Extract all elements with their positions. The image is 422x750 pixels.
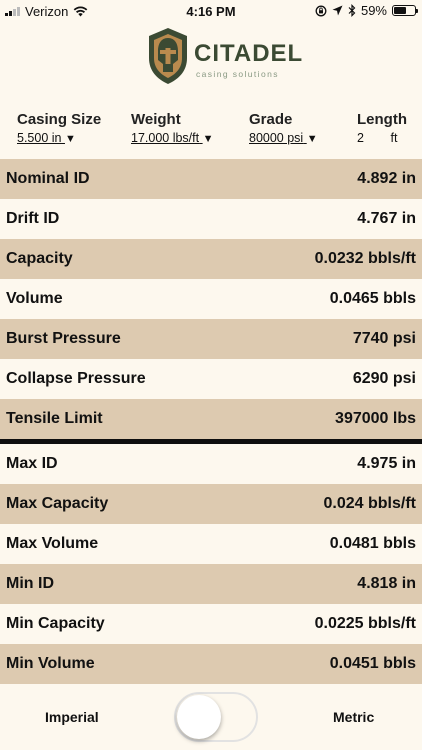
tolerance-row-min-volume: Min Volume 0.0451 bbls	[0, 644, 422, 684]
result-label: Min ID	[6, 575, 54, 592]
length-input[interactable]	[357, 131, 387, 145]
results-list: Nominal ID 4.892 in Drift ID 4.767 in Capa…	[0, 159, 422, 684]
location-icon	[332, 5, 343, 16]
tolerance-row-max-volume: Max Volume 0.0481 bbls	[0, 524, 422, 564]
result-row-tensile-limit: Tensile Limit 397000 lbs	[0, 399, 422, 439]
status-right: 59%	[315, 3, 418, 18]
casing-size-selector[interactable]: Casing Size 5.500 in ▼	[17, 111, 101, 145]
result-value: 0.024 bbls/ft	[323, 495, 416, 512]
tolerance-row-min-capacity: Min Capacity 0.0225 bbls/ft	[0, 604, 422, 644]
unit-toggle-switch[interactable]	[174, 692, 258, 742]
length-unit: ft	[390, 131, 398, 145]
imperial-label[interactable]: Imperial	[45, 709, 99, 725]
result-value: 397000 lbs	[335, 410, 416, 427]
length-label: Length	[357, 111, 407, 128]
result-value: 0.0232 bbls/ft	[314, 250, 416, 267]
metric-label[interactable]: Metric	[333, 709, 374, 725]
result-label: Tensile Limit	[6, 410, 103, 427]
helmet-shield-icon	[149, 28, 187, 84]
result-value: 7740 psi	[352, 330, 416, 347]
result-value: 4.975 in	[357, 455, 416, 472]
result-row-capacity: Capacity 0.0232 bbls/ft	[0, 239, 422, 279]
tolerance-row-max-id: Max ID 4.975 in	[0, 444, 422, 484]
result-label: Burst Pressure	[6, 330, 121, 347]
grade-value[interactable]: 80000 psi ▼	[249, 131, 318, 145]
casing-size-label: Casing Size	[17, 111, 102, 128]
rotation-lock-icon	[315, 5, 327, 16]
length-field: ft	[357, 131, 407, 145]
result-label: Capacity	[6, 250, 73, 267]
bluetooth-icon	[348, 4, 356, 17]
tolerance-row-min-id: Min ID 4.818 in	[0, 564, 422, 604]
battery-percent: 59%	[360, 3, 387, 18]
result-value: 4.892 in	[357, 170, 416, 187]
status-bar: Verizon 4:16 PM 59%	[0, 0, 422, 22]
casing-size-value[interactable]: 5.500 in ▼	[17, 131, 101, 145]
battery-icon	[392, 5, 418, 16]
result-value: 4.767 in	[357, 210, 416, 227]
grade-label: Grade	[249, 111, 293, 128]
result-label: Volume	[6, 290, 63, 307]
result-label: Collapse Pressure	[6, 370, 146, 387]
logo-tagline: casing solutions	[196, 69, 279, 79]
dropdown-arrow-icon: ▼	[64, 133, 76, 145]
weight-label: Weight	[131, 111, 181, 128]
citadel-logo: CITADEL casing solutions	[146, 26, 302, 88]
weight-selector[interactable]: Weight 17.000 lbs/ft ▼	[131, 111, 213, 145]
tolerance-row-max-capacity: Max Capacity 0.024 bbls/ft	[0, 484, 422, 524]
unit-toggle-bar: Imperial Metric	[0, 684, 422, 750]
logo-name: CITADEL	[194, 40, 304, 67]
result-label: Nominal ID	[6, 170, 90, 187]
weight-value[interactable]: 17.000 lbs/ft ▼	[131, 131, 213, 145]
dropdown-arrow-icon: ▼	[306, 133, 318, 145]
result-row-volume: Volume 0.0465 bbls	[0, 279, 422, 319]
casing-selectors: Casing Size 5.500 in ▼ Weight 17.000 lbs…	[0, 108, 422, 158]
result-label: Drift ID	[6, 210, 60, 227]
result-value: 0.0225 bbls/ft	[314, 615, 416, 632]
result-row-nominal-id: Nominal ID 4.892 in	[0, 159, 422, 199]
result-value: 0.0481 bbls	[329, 535, 416, 552]
result-value: 4.818 in	[357, 575, 416, 592]
result-label: Max Capacity	[6, 495, 109, 512]
result-row-drift-id: Drift ID 4.767 in	[0, 199, 422, 239]
result-row-burst-pressure: Burst Pressure 7740 psi	[0, 319, 422, 359]
length-input-group: Length ft	[357, 111, 407, 145]
result-value: 0.0465 bbls	[329, 290, 416, 307]
toggle-knob[interactable]	[177, 695, 221, 739]
result-label: Max ID	[6, 455, 58, 472]
result-value: 6290 psi	[352, 370, 416, 387]
result-label: Max Volume	[6, 535, 99, 552]
result-label: Min Volume	[6, 655, 95, 672]
result-label: Min Capacity	[6, 615, 105, 632]
dropdown-arrow-icon: ▼	[202, 133, 214, 145]
result-value: 0.0451 bbls	[329, 655, 416, 672]
grade-selector[interactable]: Grade 80000 psi ▼	[249, 111, 318, 145]
result-row-collapse-pressure: Collapse Pressure 6290 psi	[0, 359, 422, 399]
